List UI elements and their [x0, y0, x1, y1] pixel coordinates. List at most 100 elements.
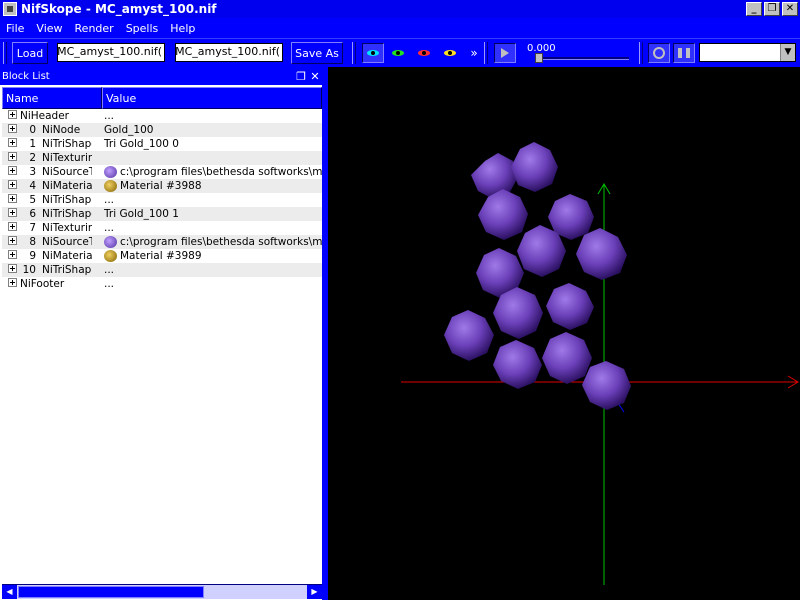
- gem: [444, 310, 494, 361]
- menu-render[interactable]: Render: [69, 22, 120, 35]
- view-top-eye-icon[interactable]: [387, 43, 409, 63]
- block-index: 7: [29, 222, 36, 234]
- tree-row-value: ...: [92, 194, 322, 206]
- load-path-input[interactable]: )C\MC_amyst_100.nif: [57, 43, 165, 62]
- menu-view[interactable]: View: [30, 22, 68, 35]
- block-value: ...: [104, 222, 115, 234]
- block-value: c:\program files\bethesda softworks\morr: [120, 236, 322, 248]
- material-icon: [104, 250, 117, 262]
- switch-icon[interactable]: [673, 43, 695, 63]
- time-slider[interactable]: [535, 53, 629, 63]
- block-index: 5: [29, 194, 36, 206]
- tree-row-value: Material #3989: [92, 250, 322, 262]
- toolbar-grip[interactable]: [3, 42, 7, 64]
- tree-row-value: ...: [92, 222, 322, 234]
- column-header-name[interactable]: Name: [2, 87, 102, 109]
- scene-canvas[interactable]: [328, 67, 800, 600]
- block-type: NiMaterial...: [42, 180, 92, 192]
- expand-plus-icon[interactable]: [8, 208, 17, 217]
- expand-plus-icon[interactable]: [8, 222, 17, 231]
- toolbar-more-icon[interactable]: »: [463, 43, 485, 63]
- load-button[interactable]: Load: [12, 42, 48, 64]
- chevron-down-icon[interactable]: ▼: [780, 44, 795, 61]
- tree-row[interactable]: 4 NiMaterial... Material #3988: [2, 179, 322, 193]
- animation-select[interactable]: ▼: [699, 43, 796, 62]
- expand-plus-icon[interactable]: [8, 110, 17, 119]
- expand-plus-icon[interactable]: [8, 124, 17, 133]
- scroll-right-icon[interactable]: ▶: [307, 585, 322, 599]
- close-icon[interactable]: ✕: [308, 70, 322, 83]
- close-button[interactable]: ✕: [782, 2, 798, 16]
- expand-plus-icon[interactable]: [8, 250, 17, 259]
- toolbar-grip[interactable]: [639, 42, 643, 64]
- toolbar-grip[interactable]: [484, 42, 488, 64]
- render-viewport[interactable]: [328, 67, 800, 600]
- undock-icon[interactable]: ❐: [294, 70, 308, 83]
- toolbar-grip[interactable]: [352, 42, 356, 64]
- app-icon[interactable]: [3, 2, 17, 16]
- menu-file[interactable]: File: [0, 22, 30, 35]
- expand-plus-icon[interactable]: [8, 138, 17, 147]
- block-value: Material #3989: [120, 250, 202, 262]
- tree-row-value: c:\program files\bethesda softworks\morr: [92, 236, 322, 248]
- expand-plus-icon[interactable]: [8, 152, 17, 161]
- tree-row[interactable]: 10 NiTriShap......: [2, 263, 322, 277]
- menu-help[interactable]: Help: [164, 22, 201, 35]
- tree-row[interactable]: NiFooter...: [2, 277, 322, 291]
- window-title: NifSkope - MC_amyst_100.nif: [21, 2, 217, 16]
- maximize-button[interactable]: ❐: [764, 2, 780, 16]
- tree-row[interactable]: 3 NiSourceT... c:\program files\bethesda s…: [2, 165, 322, 179]
- tree-row-name: 3 NiSourceT...: [2, 166, 92, 178]
- tree-row[interactable]: 0 NiNode Gold_100: [2, 123, 322, 137]
- menu-spells[interactable]: Spells: [120, 22, 165, 35]
- view-eye-icon[interactable]: [362, 43, 384, 63]
- tree-row-value: c:\program files\bethesda softworks\morr: [92, 166, 322, 178]
- gem: [576, 228, 627, 280]
- block-value: c:\program files\bethesda softworks\morr: [120, 166, 322, 178]
- toolbar: Load )C\MC_amyst_100.nif )C\MC_amyst_100…: [0, 38, 800, 66]
- tree-row-name: 6 NiTriShape: [2, 208, 92, 220]
- expand-plus-icon[interactable]: [8, 180, 17, 189]
- tree-row[interactable]: 1 NiTriShape Tri Gold_100 0: [2, 137, 322, 151]
- horizontal-scrollbar[interactable]: ◀ ▶: [2, 584, 322, 599]
- view-front-eye-icon[interactable]: [413, 43, 435, 63]
- gem: [546, 283, 594, 330]
- block-index: 3: [29, 166, 36, 178]
- block-value: Gold_100: [104, 124, 154, 136]
- expand-plus-icon[interactable]: [8, 264, 17, 273]
- tree-row[interactable]: 5 NiTriShap......: [2, 193, 322, 207]
- tree-row[interactable]: 7 NiTexturin......: [2, 221, 322, 235]
- title-bar: NifSkope - MC_amyst_100.nif _ ❐ ✕: [0, 0, 800, 18]
- block-list-panel: Block List ❐ ✕ Name Value NiHeader... 0 Ni…: [0, 67, 325, 600]
- block-index: 2: [29, 152, 36, 164]
- view-side-eye-icon[interactable]: [439, 43, 461, 63]
- minimize-button[interactable]: _: [746, 2, 762, 16]
- block-tree[interactable]: Name Value NiHeader... 0 NiNode Gold_100 1 Ni…: [2, 87, 322, 577]
- column-header-value[interactable]: Value: [102, 87, 322, 109]
- tree-row-value: ...: [92, 278, 322, 290]
- tree-row[interactable]: 6 NiTriShape Tri Gold_100 1: [2, 207, 322, 221]
- block-value: Tri Gold_100 1: [104, 208, 179, 220]
- block-type: NiTexturin...: [42, 222, 92, 234]
- expand-plus-icon[interactable]: [8, 236, 17, 245]
- play-icon[interactable]: [494, 43, 516, 63]
- time-slider-handle[interactable]: [535, 53, 543, 63]
- block-value: ...: [104, 194, 115, 206]
- texture-icon: [104, 166, 117, 178]
- tree-row[interactable]: 2 NiTexturin...: [2, 151, 322, 165]
- loop-icon[interactable]: [648, 43, 670, 63]
- block-type: NiTriShap...: [42, 194, 92, 206]
- tree-row[interactable]: 8 NiSourceT... c:\program files\bethesda s…: [2, 235, 322, 249]
- scrollbar-thumb[interactable]: [18, 586, 204, 598]
- save-path-input[interactable]: )C\MC_amyst_100.nif: [175, 43, 283, 62]
- block-value: Material #3988: [120, 180, 202, 192]
- expand-plus-icon[interactable]: [8, 194, 17, 203]
- tree-row[interactable]: NiHeader...: [2, 109, 322, 123]
- save-as-button[interactable]: Save As: [291, 42, 343, 64]
- material-icon: [104, 180, 117, 192]
- tree-row[interactable]: 9 NiMaterial... Material #3989: [2, 249, 322, 263]
- expand-plus-icon[interactable]: [8, 278, 17, 287]
- block-list-title: Block List: [2, 70, 50, 82]
- expand-plus-icon[interactable]: [8, 166, 17, 175]
- scroll-left-icon[interactable]: ◀: [2, 585, 17, 599]
